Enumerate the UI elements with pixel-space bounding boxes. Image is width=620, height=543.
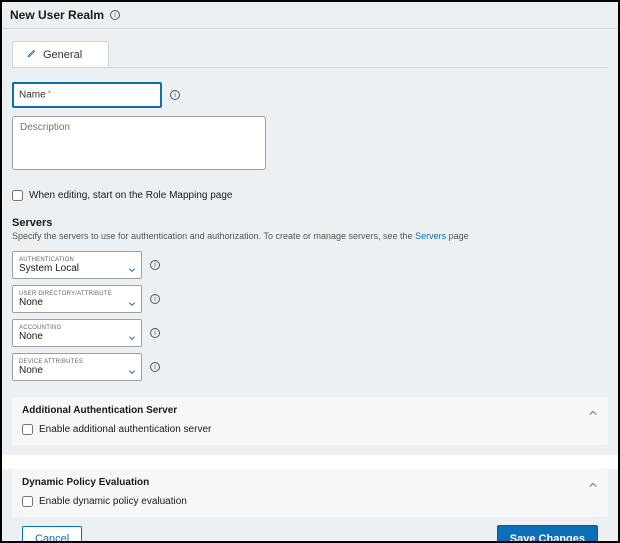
page-header: New User Realm i xyxy=(2,2,618,29)
info-icon[interactable]: i xyxy=(150,328,160,338)
save-changes-button[interactable]: Save Changes xyxy=(497,525,598,541)
select-label: ACCOUNTING xyxy=(19,325,123,331)
info-icon[interactable]: i xyxy=(150,294,160,304)
select-value: None xyxy=(19,298,123,308)
select-value: None xyxy=(19,366,123,376)
enable-additional-auth-checkbox[interactable] xyxy=(22,424,33,435)
enable-dynamic-policy-row[interactable]: Enable dynamic policy evaluation xyxy=(22,496,598,507)
dynamic-policy-title: Dynamic Policy Evaluation xyxy=(22,477,598,488)
info-icon[interactable]: i xyxy=(110,10,120,20)
role-mapping-checkbox-row[interactable]: When editing, start on the Role Mapping … xyxy=(12,190,608,201)
chevron-down-icon xyxy=(128,295,136,303)
role-mapping-checkbox-label: When editing, start on the Role Mapping … xyxy=(29,190,232,201)
enable-dynamic-policy-label: Enable dynamic policy evaluation xyxy=(39,496,187,507)
info-icon[interactable]: i xyxy=(150,362,160,372)
tab-bar: General xyxy=(12,41,608,68)
chevron-up-icon[interactable] xyxy=(588,405,598,415)
accounting-select[interactable]: ACCOUNTING None xyxy=(12,319,142,347)
enable-additional-auth-row[interactable]: Enable additional authentication server xyxy=(22,424,598,435)
select-label: USER DIRECTORY/ATTRIBUTE xyxy=(19,291,123,297)
authentication-select[interactable]: AUTHENTICATION System Local xyxy=(12,251,142,279)
servers-heading: Servers xyxy=(12,217,608,229)
description-textarea[interactable] xyxy=(12,116,266,170)
user-directory-select[interactable]: USER DIRECTORY/ATTRIBUTE None xyxy=(12,285,142,313)
select-value: System Local xyxy=(19,264,123,274)
chevron-down-icon xyxy=(128,329,136,337)
device-attributes-select[interactable]: DEVICE ATTRIBUTES None xyxy=(12,353,142,381)
select-label: DEVICE ATTRIBUTES xyxy=(19,359,123,365)
select-label: AUTHENTICATION xyxy=(19,257,123,263)
select-value: None xyxy=(19,332,123,342)
cancel-button[interactable]: Cancel xyxy=(22,526,82,541)
page-title: New User Realm xyxy=(10,8,104,22)
role-mapping-checkbox[interactable] xyxy=(12,190,23,201)
servers-subtext: Specify the servers to use for authentic… xyxy=(12,231,608,241)
pencil-icon xyxy=(27,48,37,61)
name-input[interactable] xyxy=(12,82,162,108)
footer: Cancel Save Changes xyxy=(12,517,608,541)
tab-general-label: General xyxy=(43,49,82,61)
enable-additional-auth-label: Enable additional authentication server xyxy=(39,424,211,435)
info-icon[interactable]: i xyxy=(170,90,180,100)
info-icon[interactable]: i xyxy=(150,260,160,270)
tab-general[interactable]: General xyxy=(12,41,109,67)
servers-link[interactable]: Servers xyxy=(415,231,446,241)
additional-auth-title: Additional Authentication Server xyxy=(22,405,598,416)
dynamic-policy-section: Dynamic Policy Evaluation Enable dynamic… xyxy=(12,469,608,517)
divider xyxy=(2,455,618,469)
chevron-up-icon[interactable] xyxy=(588,477,598,487)
chevron-down-icon xyxy=(128,363,136,371)
enable-dynamic-policy-checkbox[interactable] xyxy=(22,496,33,507)
additional-auth-section: Additional Authentication Server Enable … xyxy=(12,397,608,445)
chevron-down-icon xyxy=(128,261,136,269)
